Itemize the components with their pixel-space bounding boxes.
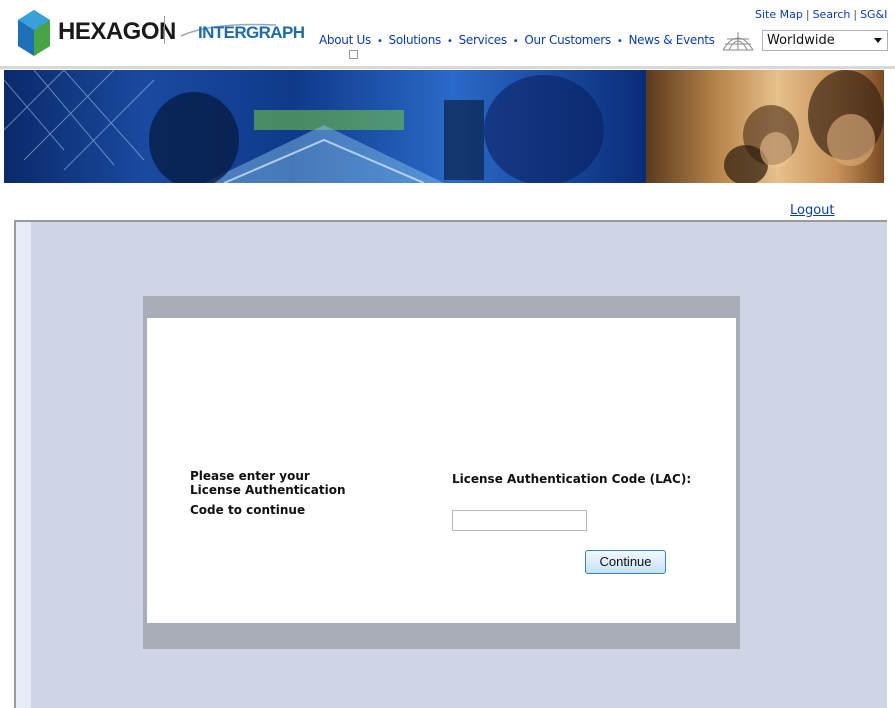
hexagon-logo-icon[interactable] (14, 6, 54, 60)
utility-separator: | (853, 8, 858, 21)
logout-link[interactable]: Logout (790, 203, 835, 218)
nav-our-customers[interactable]: Our Customers (524, 33, 611, 47)
search-link[interactable]: Search (813, 8, 851, 21)
globe-icon (722, 32, 754, 51)
region-select-value: Worldwide (767, 33, 835, 48)
prompt-line: Please enter your (190, 469, 310, 483)
nav-bullet: • (616, 36, 623, 47)
site-map-link[interactable]: Site Map (755, 8, 803, 21)
hexagon-wordmark[interactable]: HEXAGON (58, 18, 176, 46)
header-divider (0, 66, 895, 69)
nav-bullet: • (376, 36, 383, 47)
lac-input[interactable] (452, 510, 587, 531)
banner-people-graphic (724, 70, 884, 183)
sgi-link[interactable]: SG&I (860, 8, 887, 21)
nav-services[interactable]: Services (459, 33, 508, 47)
main-nav: About Us • Solutions • Services • Our Customer… (319, 33, 715, 47)
license-form: Please enter your License Authentication… (147, 318, 736, 623)
prompt-line: Code to continue (190, 503, 306, 517)
chevron-down-icon (874, 38, 882, 43)
nav-bullet: • (512, 36, 519, 47)
banner-image-cityscape (4, 70, 646, 183)
hero-banner (4, 70, 884, 183)
region-select[interactable]: Worldwide (762, 30, 888, 51)
banner-escalator-graphic (4, 70, 604, 183)
intergraph-wordmark: INTERGRAPH (198, 23, 305, 42)
utility-separator: | (805, 8, 810, 21)
banner-image-people (646, 70, 884, 183)
prompt-line: License Authentication (190, 483, 346, 497)
nav-solutions[interactable]: Solutions (389, 33, 442, 47)
lac-label: License Authentication Code (LAC): (452, 472, 692, 486)
intergraph-logo[interactable]: INTERGRAPH (181, 20, 305, 50)
nav-bullet: • (446, 36, 453, 47)
nav-about-us[interactable]: About Us (319, 33, 371, 47)
logo-divider (164, 16, 165, 44)
nav-news-events[interactable]: News & Events (628, 33, 714, 47)
license-prompt: Please enter your License Authentication… (190, 469, 350, 517)
continue-button[interactable]: Continue (585, 550, 666, 574)
utility-links: Site Map | Search | SG&I (755, 8, 887, 21)
sidebar-strip (16, 222, 31, 708)
nav-checkbox[interactable] (349, 50, 358, 59)
license-panel: Please enter your License Authentication… (143, 296, 740, 649)
